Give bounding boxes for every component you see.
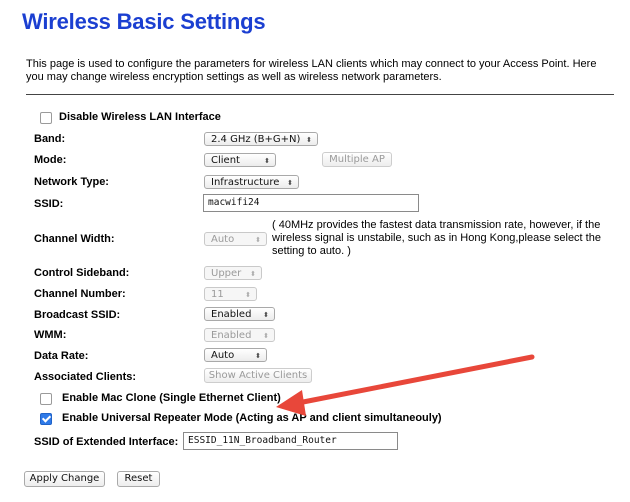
- arrow-head: [276, 390, 306, 416]
- annotation-arrow-icon: [276, 354, 535, 416]
- arrow-shaft: [295, 354, 535, 406]
